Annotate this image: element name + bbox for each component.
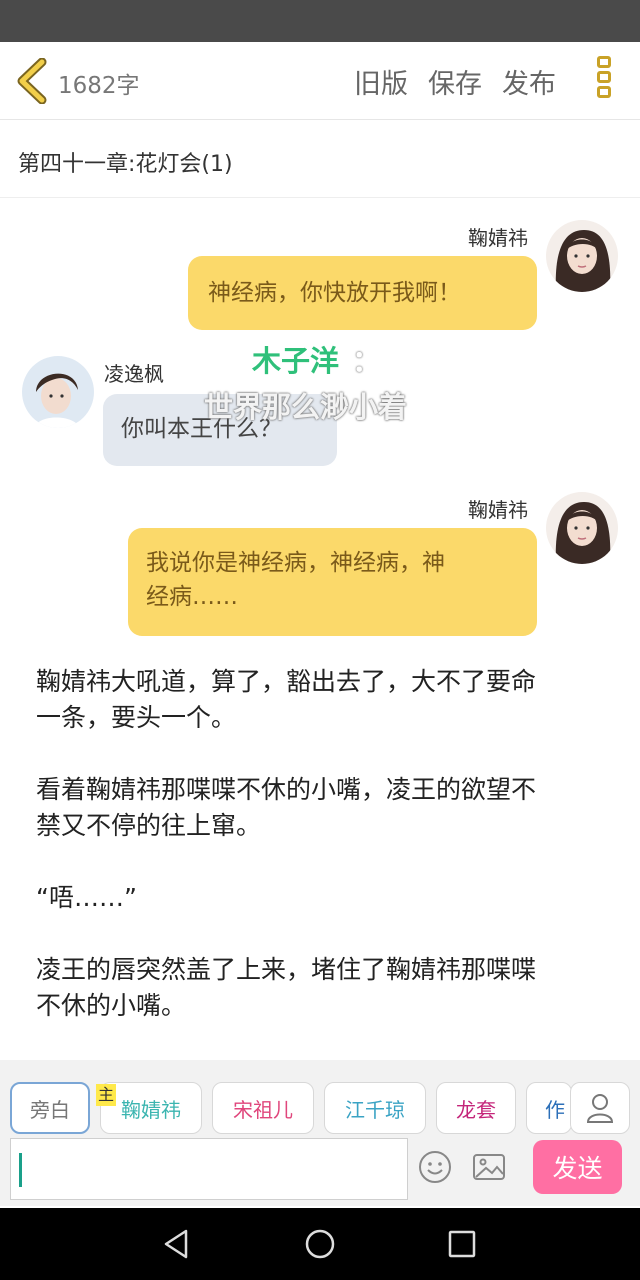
avatar[interactable] [546, 220, 618, 292]
image-icon [473, 1154, 505, 1180]
send-button[interactable]: 发送 [533, 1140, 622, 1194]
person-icon [586, 1094, 614, 1123]
top-bar: 1682字 旧版 保存 发布 [0, 42, 640, 120]
narration-paragraph: 鞠婧祎大吼道，算了，豁出去了，大不了要命 一条，要头一个。 [36, 667, 537, 732]
chat-area[interactable]: 鞠婧祎 神经病，你快放开我啊！ 凌逸枫 你叫本王什么？ 木子洋 ： 世界那么渺小… [0, 198, 640, 1058]
nav-recents-button[interactable] [444, 1226, 480, 1262]
message-bubble[interactable]: 神经病，你快放开我啊！ [188, 256, 537, 330]
narration-paragraph: 看着鞠婧祎那喋喋不休的小嘴，凌王的欲望不 禁又不停的往上窜。 [36, 775, 537, 840]
square-recents-icon [448, 1230, 476, 1258]
text-cursor [19, 1153, 22, 1187]
old-version-button[interactable]: 旧版 [354, 62, 408, 101]
speaker-name: 鞠婧祎 [468, 498, 528, 522]
circle-home-icon [305, 1229, 335, 1259]
smiley-icon [419, 1151, 451, 1183]
system-nav-bar [0, 1208, 640, 1280]
insert-image-button[interactable] [472, 1150, 506, 1184]
role-chip-songzuer[interactable]: 宋祖儿 [212, 1082, 314, 1134]
nav-back-button[interactable] [158, 1226, 194, 1262]
male-avatar-icon [22, 356, 94, 428]
main-role-badge: 主 [96, 1084, 116, 1106]
word-count: 1682字 [58, 73, 140, 99]
overlay-commenter-name: 木子洋 [252, 344, 340, 378]
role-chip-extra[interactable]: 龙套 [436, 1082, 516, 1134]
more-menu-button[interactable] [592, 56, 616, 106]
triangle-back-icon [164, 1229, 188, 1259]
chevron-left-icon [17, 57, 47, 105]
narration-paragraph: 凌王的唇突然盖了上来，堵住了鞠婧祎那喋喋 不休的小嘴。 [36, 955, 537, 1020]
chapter-title: 第四十一章:花灯会(1) [18, 152, 233, 177]
avatar[interactable] [546, 492, 618, 564]
message-text-line: 我说你是神经病，神经病，神 [146, 550, 445, 576]
emoji-button[interactable] [418, 1150, 452, 1184]
speaker-name: 鞠婧祎 [468, 226, 528, 250]
save-button[interactable]: 保存 [428, 62, 482, 101]
message-text-line: 经病…… [146, 584, 238, 610]
overlay-comment-text: 世界那么渺小着 [204, 390, 408, 424]
message-input[interactable] [10, 1138, 408, 1200]
nav-home-button[interactable] [302, 1226, 338, 1262]
role-chip-author[interactable]: 作 [526, 1082, 572, 1134]
female-avatar-icon [546, 492, 618, 564]
message-bubble[interactable]: 我说你是神经病，神经病，神 经病…… [128, 528, 537, 636]
role-manage-button[interactable] [570, 1082, 630, 1134]
chapter-bar[interactable]: 第四十一章:花灯会(1) [0, 120, 640, 198]
speaker-name: 凌逸枫 [104, 362, 164, 386]
role-selector-bar: 旁白 鞠婧祎 主 宋祖儿 江千琼 龙套 作 发送 [0, 1060, 640, 1206]
back-button[interactable] [14, 57, 52, 105]
message-text: 神经病，你快放开我啊！ [208, 280, 461, 306]
female-avatar-icon [546, 220, 618, 292]
status-bar [0, 0, 640, 42]
vertical-menu-icon [597, 56, 611, 68]
publish-button[interactable]: 发布 [502, 62, 556, 101]
narration-paragraph: “唔……” [36, 883, 137, 912]
overlay-colon: ： [352, 344, 382, 378]
avatar[interactable] [22, 356, 94, 428]
role-chip-jiangqianqiong[interactable]: 江千琼 [324, 1082, 426, 1134]
role-chip-narrator[interactable]: 旁白 [10, 1082, 90, 1134]
